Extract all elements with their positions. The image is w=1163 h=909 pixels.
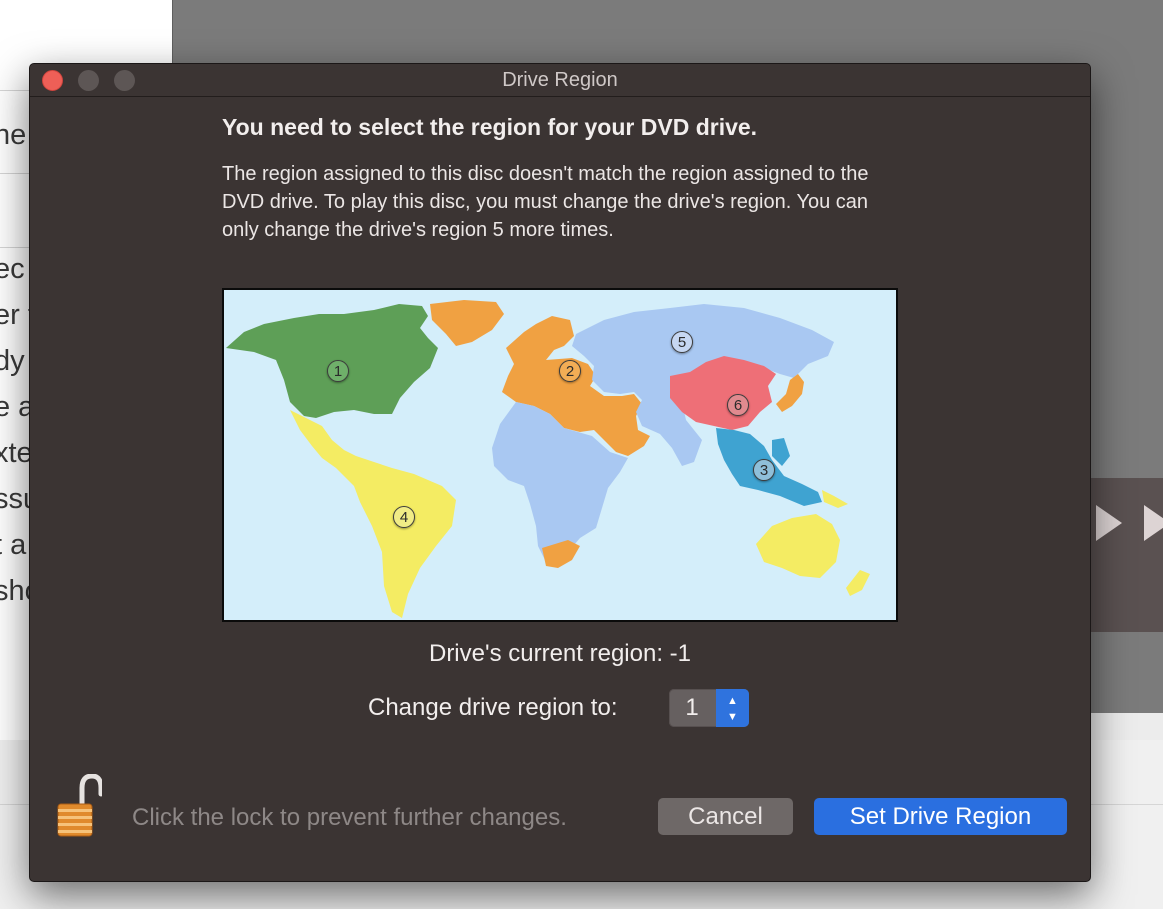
unlocked-padlock-icon[interactable] (56, 774, 102, 840)
cancel-button[interactable]: Cancel (658, 798, 793, 835)
region-4-marker[interactable]: 4 (393, 506, 415, 528)
world-map-graphic (224, 290, 896, 620)
dialog-message: The region assigned to this disc doesn't… (222, 163, 869, 241)
change-region-label: Change drive region to: (368, 694, 618, 721)
chevron-up-icon[interactable]: ▲ (716, 689, 749, 709)
title-bar: Drive Region (30, 64, 1090, 97)
current-region-text: Drive's current region: -1 (428, 640, 691, 667)
region-5-marker[interactable]: 5 (671, 331, 693, 353)
lock-hint-text: Click the lock to prevent further change… (132, 804, 567, 831)
region-stepper-value[interactable]: 1 (669, 689, 715, 727)
dialog-heading: You need to select the region for your D… (222, 114, 758, 140)
window-title: Drive Region (502, 69, 618, 91)
region-2-marker[interactable]: 2 (559, 360, 581, 382)
region-world-map: 1 2 3 4 5 6 (222, 288, 898, 622)
chevron-down-icon[interactable]: ▼ (716, 709, 749, 725)
region-3-marker[interactable]: 3 (753, 459, 775, 481)
drive-region-dialog: Drive Region You need to select the regi… (29, 63, 1091, 882)
region-stepper-arrows[interactable]: ▲ ▼ (716, 689, 749, 727)
set-drive-region-button[interactable]: Set Drive Region (814, 798, 1067, 835)
play-icon (1144, 505, 1163, 541)
video-player-panel (1085, 478, 1163, 632)
play-icon (1096, 505, 1122, 541)
region-1-marker[interactable]: 1 (327, 360, 349, 382)
region-6-marker[interactable]: 6 (727, 394, 749, 416)
region-stepper[interactable]: 1 ▲ ▼ (669, 689, 749, 727)
